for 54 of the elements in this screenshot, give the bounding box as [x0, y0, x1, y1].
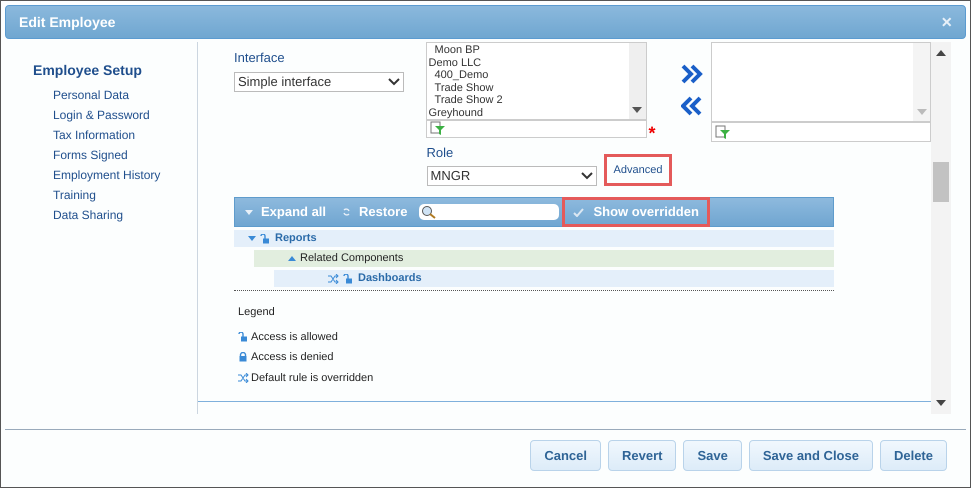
advanced-link[interactable]: Advanced: [604, 154, 672, 186]
scrollbar[interactable]: [931, 42, 951, 414]
double-chevron-left-icon[interactable]: [680, 96, 703, 116]
sidebar-link[interactable]: Data Sharing: [53, 205, 197, 225]
dialog-button[interactable]: Save and Close: [748, 440, 873, 471]
filter-icon[interactable]: [430, 121, 446, 136]
sidebar-link[interactable]: Employment History: [53, 165, 197, 185]
window-title: Edit Employee: [19, 12, 116, 32]
sidebar-link[interactable]: Training: [53, 185, 197, 205]
tree-group-row[interactable]: Related Components: [254, 250, 834, 267]
lock-icon: [238, 352, 249, 362]
sidebar-link[interactable]: Forms Signed: [53, 145, 197, 165]
field-label: Role: [426, 144, 454, 162]
sidebar-link[interactable]: Login & Password: [53, 105, 197, 125]
list-item[interactable]: Trade Show 2: [428, 94, 629, 106]
required-mark: *: [648, 124, 656, 142]
search-icon: [421, 205, 438, 219]
unlock-icon: [260, 234, 271, 244]
scroll-down-icon[interactable]: [632, 107, 642, 113]
list-item[interactable]: Trade Show: [428, 82, 629, 94]
shuffle-icon: [238, 372, 249, 383]
refresh-icon: [342, 207, 352, 217]
search-field[interactable]: [419, 204, 560, 220]
tree-row[interactable]: Dashboards: [274, 270, 834, 287]
list-item[interactable]: 400_Demo: [428, 69, 629, 82]
sidebar-link[interactable]: Tax Information: [53, 125, 197, 145]
legend-text: Access is allowed: [251, 330, 338, 344]
sidebar-link[interactable]: Personal Data: [53, 85, 197, 105]
unlock-icon: [343, 274, 354, 284]
legend-text: Access is denied: [251, 350, 334, 365]
sidebar-heading: Employee Setup: [33, 61, 143, 80]
tree-row[interactable]: Reports: [234, 230, 834, 247]
scrollbar-thumb[interactable]: [933, 162, 949, 202]
list-item[interactable]: Moon BP: [428, 44, 629, 56]
legend-text: Default rule is overridden: [251, 370, 374, 386]
interface-select[interactable]: Simple interface: [234, 72, 404, 92]
role-select[interactable]: MNGR: [426, 166, 597, 186]
filter-icon[interactable]: [715, 124, 731, 140]
list-item[interactable]: Demo LLC: [428, 56, 629, 69]
dialog-button[interactable]: Save: [683, 440, 742, 471]
caret-down-icon: [245, 210, 253, 214]
company-listbox[interactable]: Moon BP Demo LLC 400_Demo Trade Show Trade Show 2 Greyhound: [426, 42, 647, 120]
chevron-down-icon: [580, 172, 593, 180]
dialog-button[interactable]: Revert: [608, 440, 676, 471]
dialog-button[interactable]: Cancel: [530, 440, 602, 471]
scroll-up-icon[interactable]: [936, 50, 946, 56]
double-chevron-right-icon[interactable]: [680, 64, 703, 84]
scroll-down-icon[interactable]: [936, 400, 946, 406]
legend-title: Legend: [238, 305, 276, 320]
list-item[interactable]: Greyhound: [428, 106, 629, 119]
field-label: Interface: [234, 49, 286, 67]
chevron-down-icon: [388, 78, 400, 86]
unlock-icon: [238, 332, 249, 342]
dialog-button[interactable]: Delete: [880, 440, 947, 471]
